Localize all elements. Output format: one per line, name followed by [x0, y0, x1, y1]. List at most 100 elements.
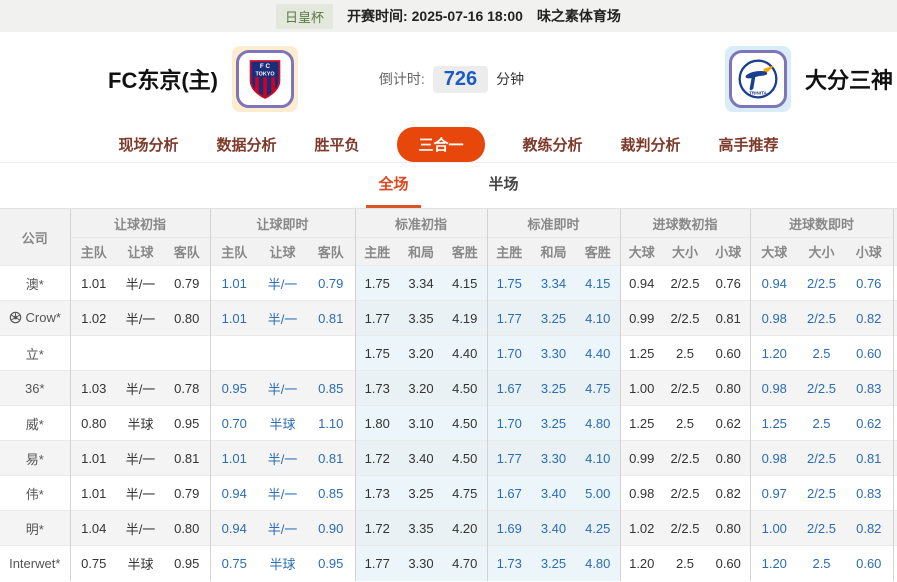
odds-cell: 0.85 — [307, 475, 355, 511]
company-name: 易* — [0, 440, 70, 476]
nav-tab-coach-analysis[interactable]: 教练分析 — [523, 134, 583, 155]
odds-cell: 1.25 — [749, 405, 799, 441]
odds-cell: 半/一 — [117, 370, 164, 406]
odds-cell: 0.76 — [707, 265, 751, 301]
odds-cell: 2.5 — [663, 335, 707, 371]
sub-tab-full-match[interactable]: 全场 — [366, 173, 421, 208]
odds-cell: 3.25 — [531, 545, 576, 581]
soccer-ball-icon — [9, 311, 22, 324]
table-row: 立* 1.75 3.20 4.40 1.70 3.30 4.40 1.25 2.5 0.60 1.2… — [0, 335, 897, 371]
home-team: FC东京(主) F C TOKYO — [108, 46, 298, 112]
nav-tab-live-analysis[interactable]: 现场分析 — [118, 134, 178, 155]
odds-cell — [209, 335, 258, 371]
odds-cell: 半/一 — [258, 510, 307, 546]
odds-cell: 1.10 — [307, 405, 355, 441]
odds-cell: 1.02 — [619, 510, 663, 546]
odds-cell: 2/2.5 — [663, 265, 707, 301]
sub-header: 让球 — [117, 237, 164, 266]
odds-cell: 半/一 — [117, 510, 164, 546]
odds-cell: 3.10 — [399, 405, 443, 441]
odds-cell: 4.75 — [576, 370, 620, 406]
nav-tab-three-in-one[interactable]: 三合一 — [397, 126, 485, 162]
odds-cell: 0.95 — [307, 545, 355, 581]
odds-cell: 2/2.5 — [663, 475, 707, 511]
odds-cell: 1.02 — [69, 300, 117, 336]
odds-cell: 0.94 — [619, 265, 663, 301]
odds-cell: 1.04 — [69, 510, 117, 546]
odds-cell: 0.81 — [307, 300, 355, 336]
sub-tab-half-match[interactable]: 半场 — [477, 173, 531, 208]
odds-cell: 1.77 — [354, 300, 399, 336]
odds-cell: 0.82 — [845, 300, 894, 336]
odds-cell: 半/一 — [117, 265, 164, 301]
sub-header: 主队 — [69, 237, 117, 266]
odds-cell: 3.34 — [399, 265, 443, 301]
odds-cell: 4.40 — [576, 335, 620, 371]
table-row: 威* 0.80 半球 0.95 0.70 半球 1.10 1.80 3.10 4.50 1.70 3.… — [0, 405, 897, 441]
nav-tab-win-draw-lose[interactable]: 胜平负 — [314, 134, 359, 155]
cutoff-cell — [892, 440, 897, 476]
company-name: 伟* — [0, 475, 70, 511]
odds-cell: 半/一 — [117, 440, 164, 476]
odds-cell: 1.20 — [749, 545, 799, 581]
sub-header: 大小 — [663, 237, 707, 266]
odds-cell: 1.67 — [486, 475, 531, 511]
odds-cell: 2.5 — [798, 335, 846, 371]
nav-tab-referee-analysis[interactable]: 裁判分析 — [621, 134, 681, 155]
odds-cell: 0.95 — [164, 545, 210, 581]
match-header: FC东京(主) F C TOKYO 倒计时: 726 分钟 TRINITA 大分… — [0, 32, 897, 126]
odds-cell: 1.69 — [486, 510, 531, 546]
group-header: 标准即时 — [486, 208, 620, 238]
odds-cell: 4.50 — [443, 370, 487, 406]
odds-table-body: 澳* 1.01 半/一 0.79 1.01 半/一 0.79 1.75 3.34 4.15 1.75… — [0, 265, 897, 581]
odds-cell: 2/2.5 — [798, 440, 846, 476]
odds-cell: 2/2.5 — [663, 300, 707, 336]
group-header: 让球初指 — [69, 208, 210, 238]
sub-header: 客胜 — [576, 237, 620, 266]
nav-tab-data-analysis[interactable]: 数据分析 — [216, 134, 276, 155]
odds-cell: 2/2.5 — [798, 475, 846, 511]
odds-cell: 0.99 — [619, 300, 663, 336]
table-row: 易* 1.01 半/一 0.81 1.01 半/一 0.81 1.72 3.40 4.50 1.77… — [0, 440, 897, 476]
company-name: 立* — [0, 335, 70, 371]
odds-cell: 2.5 — [798, 405, 846, 441]
cutoff-cell — [892, 510, 897, 546]
sub-tabs: 全场 半场 — [0, 163, 897, 208]
odds-cell: 0.60 — [845, 545, 894, 581]
odds-cell: 1.01 — [69, 475, 117, 511]
countdown-unit: 分钟 — [496, 71, 525, 87]
odds-cell: 0.98 — [749, 440, 799, 476]
odds-cell: 半/一 — [117, 300, 164, 336]
odds-cell — [258, 335, 307, 371]
odds-cell: 0.82 — [707, 475, 751, 511]
nav-tab-expert-picks[interactable]: 高手推荐 — [719, 134, 779, 155]
group-header: 让球即时 — [209, 208, 355, 238]
table-row: 明* 1.04 半/一 0.80 0.94 半/一 0.90 1.72 3.35 4.20 1.69… — [0, 510, 897, 546]
cutoff-cell — [892, 335, 897, 371]
odds-cell: 4.40 — [443, 335, 487, 371]
sub-header: 小球 — [707, 237, 751, 266]
kickoff-value: 2025-07-16 18:00 — [411, 8, 523, 24]
odds-cell: 4.50 — [443, 440, 487, 476]
odds-cell: 2/2.5 — [663, 370, 707, 406]
odds-cell: 1.01 — [209, 265, 258, 301]
company-name: 36* — [0, 370, 70, 406]
odds-cell: 0.62 — [707, 405, 751, 441]
company-name: 威* — [0, 405, 70, 441]
odds-cell: 1.73 — [354, 475, 399, 511]
odds-cell: 4.10 — [576, 440, 620, 476]
odds-cell: 4.75 — [443, 475, 487, 511]
sub-header: 主胜 — [354, 237, 399, 266]
odds-cell: 半球 — [258, 405, 307, 441]
odds-cell: 0.95 — [209, 370, 258, 406]
odds-cell: 1.75 — [354, 335, 399, 371]
odds-cell: 3.35 — [399, 300, 443, 336]
countdown-label: 倒计时: — [378, 71, 425, 87]
away-team: TRINITA 大分三神 — [724, 46, 893, 112]
sub-header: 大球 — [749, 237, 799, 266]
odds-cell: 1.01 — [69, 265, 117, 301]
odds-cell: 2/2.5 — [798, 370, 846, 406]
odds-cell: 1.00 — [619, 370, 663, 406]
odds-cell: 1.77 — [354, 545, 399, 581]
company-name: 澳* — [0, 265, 70, 301]
